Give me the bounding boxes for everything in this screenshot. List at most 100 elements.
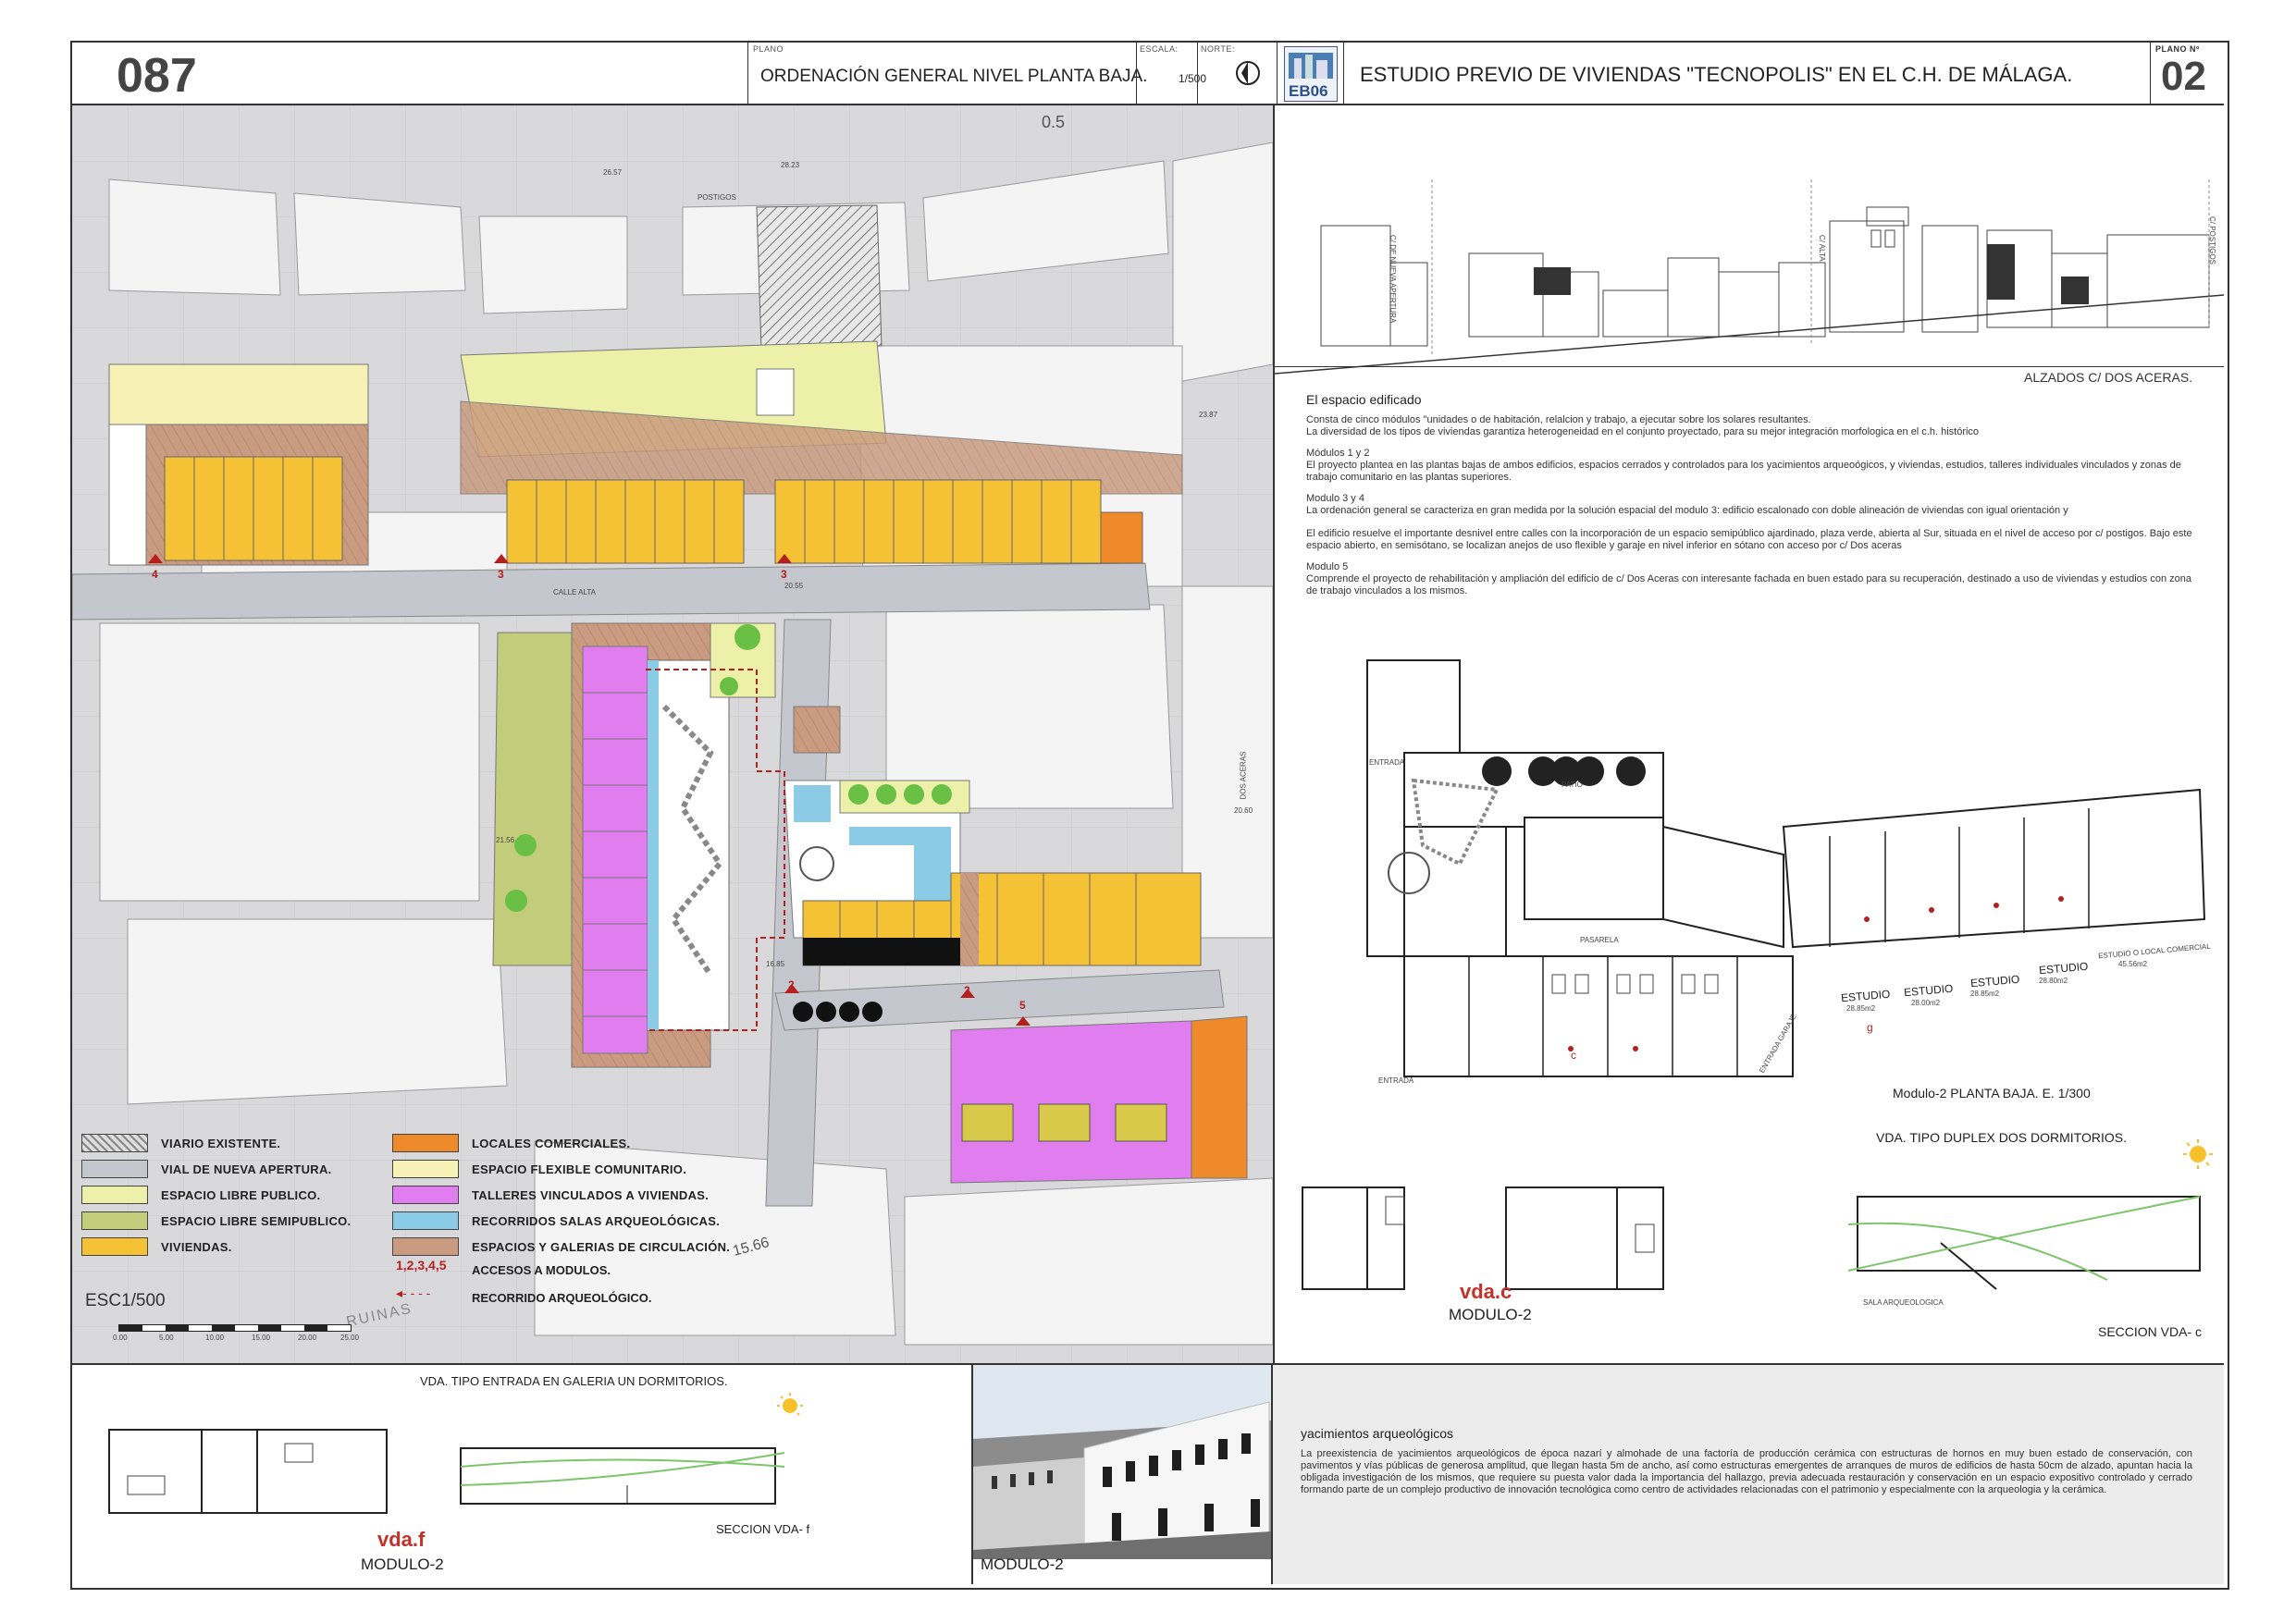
scale-bar: [118, 1324, 352, 1332]
paragraph: La ordenación general se caracteriza en …: [1306, 505, 2068, 516]
scale-tick: 25.00: [340, 1334, 360, 1342]
vda-f-panel: VDA. TIPO ENTRADA EN GALERIA UN DORMITOR…: [72, 1365, 973, 1584]
legend-accesos-numbers: 1,2,3,4,5: [396, 1258, 447, 1273]
plan-label-estudio-area: 28.80m2: [2039, 977, 2068, 985]
plan-letter-g: g: [1867, 1021, 1873, 1034]
alzados-title: ALZADOS C/ DOS ACERAS.: [2024, 370, 2193, 385]
render-panel: MODULO-2: [973, 1365, 1273, 1584]
legend-item: LOCALES COMERCIALES.: [392, 1134, 630, 1152]
paragraph: Comprende el proyecto de rehabilitación …: [1306, 573, 2191, 596]
legend-item: ESPACIO LIBRE PUBLICO.: [81, 1186, 320, 1204]
legend-swatch: [392, 1134, 459, 1152]
site-plan: POSTIGOS CALLE ALTA DOS ACERAS RUINAS 26…: [72, 105, 1275, 1363]
access-marker-5: 5: [1019, 999, 1026, 1012]
elevation-6: 20.60: [1234, 806, 1253, 815]
duplex-title: VDA. TIPO DUPLEX DOS DORMITORIOS.: [1876, 1130, 2127, 1145]
archaeology-heading: yacimientos arqueológicos: [1301, 1426, 1453, 1441]
legend-item: ESPACIO LIBRE SEMIPUBLICO.: [81, 1211, 351, 1230]
street-label-calle-alta: CALLE ALTA: [553, 588, 596, 596]
plan-label-patio: PATIO: [1562, 781, 1583, 789]
paragraph: La diversidad de los tipos de viviendas …: [1306, 426, 1980, 437]
paragraph-heading: Modulo 5: [1306, 561, 1349, 572]
scale-tick: 15.00: [252, 1334, 271, 1342]
plano-no-label: PLANO Nº: [2155, 44, 2200, 54]
legend-swatch: [81, 1211, 148, 1230]
paragraph: El proyecto plantea en las plantas bajas…: [1306, 460, 2181, 483]
legend-accesos-label: ACCESOS A MODULOS.: [472, 1263, 611, 1277]
plan-label-entrada-2: ENTRADA: [1378, 1076, 1414, 1085]
elevation-tag-alta: C/ ALTA: [1818, 235, 1826, 262]
access-marker-3a: 3: [498, 568, 504, 581]
right-panel: C/ DE NUEVA APERTURA C/ ALTA C/ POSTIGOS…: [1275, 105, 2224, 1363]
scale-tick: 0.00: [113, 1334, 128, 1342]
vda-f-plan-drawing: [108, 1429, 785, 1514]
legend-recorrido-label: RECORRIDO ARQUEOLÓGICO.: [472, 1291, 652, 1305]
legend-item: VIAL DE NUEVA APERTURA.: [81, 1160, 332, 1178]
paragraph: El edificio resuelve el importante desni…: [1306, 528, 2192, 551]
street-elevation-drawing: [1275, 179, 2224, 375]
plan-label-estudio-area: 28.00m2: [1911, 999, 1941, 1007]
elevation-tag-postigos: C/ POSTIGOS: [2208, 216, 2216, 265]
access-marker-2b: 2: [964, 984, 970, 997]
modulo-c-label: MODULO-2: [1449, 1306, 1532, 1323]
access-marker-2a: 2: [788, 978, 795, 991]
paragraph-heading: Módulos 1 y 2: [1306, 448, 1370, 459]
legend-swatch: [392, 1211, 459, 1230]
legend-recorrido-arrow-icon: ◂- - - -: [396, 1285, 431, 1300]
sun-icon: [2181, 1137, 2215, 1171]
legend-item: VIARIO EXISTENTE.: [81, 1134, 280, 1152]
legend-swatch: [81, 1186, 148, 1204]
scale-tick: 5.00: [159, 1334, 174, 1342]
plan-caption: Modulo-2 PLANTA BAJA. E. 1/300: [1893, 1086, 2091, 1100]
legend-item: VIVIENDAS.: [81, 1237, 232, 1256]
elevation-7: 21.56: [496, 836, 515, 844]
legend-swatch: [81, 1237, 148, 1256]
plan-label-estudio-area: 28.85m2: [1970, 990, 2000, 998]
plan-label-pasarela: PASARELA: [1580, 936, 1619, 944]
sala-arqueologica-label: SALA ARQUEOLOGICA: [1863, 1298, 1944, 1307]
legend-swatch: [81, 1160, 148, 1178]
vda-c-label: vda.c: [1460, 1280, 1512, 1303]
paragraph: Consta de cinco módulos "unidades o de h…: [1306, 414, 1811, 425]
render-modulo-label: MODULO-2: [981, 1555, 1064, 1573]
elevation-1: 26.57: [603, 168, 623, 177]
seccion-c-label: SECCION VDA- c: [2098, 1324, 2203, 1339]
elevation-tag-nueva: C/ DE NUEVA APERTURA: [1389, 235, 1397, 324]
street-label-dos-aceras: DOS ACERAS: [1239, 751, 1248, 800]
elevation-8: 16.85: [766, 960, 785, 968]
legend-item: TALLERES VINCULADOS A VIVIENDAS.: [392, 1186, 709, 1204]
access-marker-4: 4: [152, 568, 158, 581]
section-heading: El espacio edificado: [1306, 392, 1422, 407]
plan-letter-c: c: [1571, 1049, 1576, 1062]
plan-label-entrada: ENTRADA: [1369, 758, 1405, 767]
duplex-plans-drawing: [1302, 1187, 2201, 1290]
header-bar: 087 PLANO ORDENACIÓN GENERAL NIVEL PLANT…: [72, 43, 2224, 105]
elevation-5: 20.55: [784, 582, 804, 590]
street-label-postigos: POSTIGOS: [697, 193, 736, 202]
paragraph-heading: Modulo 3 y 4: [1306, 493, 1364, 504]
legend-item: ESPACIOS Y GALERIAS DE CIRCULACIÓN.: [392, 1237, 730, 1256]
modulo-2-floor-plan: [1366, 659, 2206, 1077]
elevation-2: 28.23: [781, 161, 800, 169]
scale-tick: 20.00: [298, 1334, 317, 1342]
plan-label-local-area: 45.56m2: [2118, 960, 2148, 968]
archaeology-text: La preexistencia de yacimientos arqueoló…: [1301, 1448, 2192, 1495]
seccion-f-label: SECCION VDA- f: [716, 1522, 810, 1536]
archaeology-panel: yacimientos arqueológicos La preexistenc…: [1273, 1365, 2224, 1584]
elevation-4: 23.87: [1199, 411, 1218, 419]
elevation-3: 0.5: [1042, 113, 1066, 131]
legend-swatch: [392, 1237, 459, 1256]
legend-swatch: [81, 1134, 148, 1152]
scale-text: ESC1/500: [85, 1291, 166, 1310]
vda-f-label: vda.f: [377, 1528, 426, 1551]
legend-item: RECORRIDOS SALAS ARQUEOLÓGICAS.: [392, 1211, 720, 1230]
project-title: ESTUDIO PREVIO DE VIVIENDAS "TECNOPOLIS"…: [1360, 63, 2073, 86]
legend-swatch: [392, 1186, 459, 1204]
access-marker-3b: 3: [781, 568, 787, 581]
scale-tick: 10.00: [205, 1334, 225, 1342]
legend-swatch: [392, 1160, 459, 1178]
legend-item: ESPACIO FLEXIBLE COMUNITARIO.: [392, 1160, 686, 1178]
vda-f-title: VDA. TIPO ENTRADA EN GALERIA UN DORMITOR…: [420, 1374, 728, 1388]
description-block: El espacio edificado Consta de cinco mód…: [1306, 392, 2203, 597]
plan-label-estudio-area: 28.85m2: [1846, 1004, 1876, 1013]
